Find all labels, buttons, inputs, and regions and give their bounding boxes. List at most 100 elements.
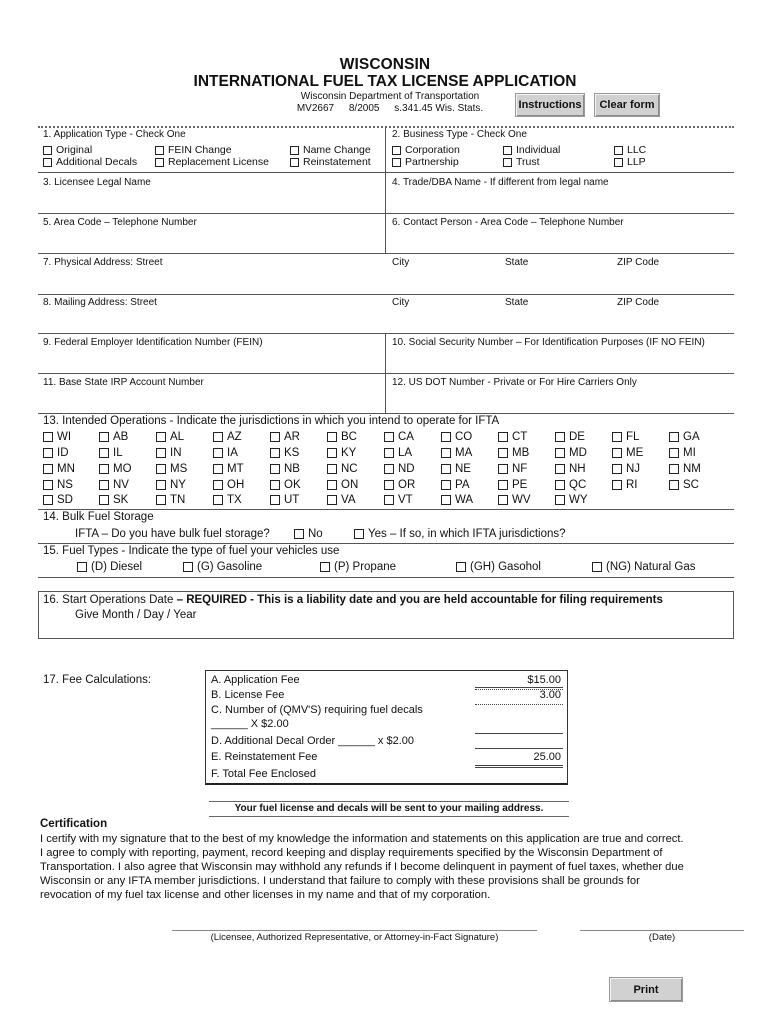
checkbox-jurisdiction-ca[interactable]: CA (384, 431, 414, 443)
checkbox-icon[interactable] (270, 432, 280, 442)
checkbox-icon[interactable] (612, 480, 622, 490)
checkbox-icon[interactable] (213, 448, 223, 458)
checkbox-icon[interactable] (213, 464, 223, 474)
checkbox-llc[interactable]: LLC (614, 144, 646, 156)
checkbox-icon[interactable] (384, 464, 394, 474)
irp-account-input[interactable] (42, 390, 382, 412)
checkbox-icon[interactable] (156, 495, 166, 505)
checkbox-individual[interactable]: Individual (503, 144, 560, 156)
checkbox-icon[interactable] (77, 562, 87, 572)
checkbox-jurisdiction-in[interactable]: IN (156, 447, 182, 459)
checkbox-icon[interactable] (99, 448, 109, 458)
checkbox-icon[interactable] (43, 448, 53, 458)
checkbox-reinstatement[interactable]: Reinstatement (290, 156, 371, 168)
checkbox-icon[interactable] (669, 464, 679, 474)
checkbox-icon[interactable] (354, 529, 364, 539)
checkbox-icon[interactable] (669, 480, 679, 490)
checkbox-jurisdiction-nf[interactable]: NF (498, 463, 527, 475)
checkbox-jurisdiction-ky[interactable]: KY (327, 447, 356, 459)
checkbox-icon[interactable] (384, 448, 394, 458)
telephone-number-input[interactable] (42, 230, 382, 252)
checkbox-jurisdiction-pa[interactable]: PA (441, 479, 470, 491)
checkbox-icon[interactable] (156, 464, 166, 474)
checkbox-jurisdiction-ny[interactable]: NY (156, 479, 186, 491)
checkbox-icon[interactable] (498, 448, 508, 458)
total-fee-input[interactable] (475, 768, 563, 783)
checkbox-icon[interactable] (213, 495, 223, 505)
us-dot-number-input[interactable] (390, 390, 730, 412)
checkbox-icon[interactable] (555, 480, 565, 490)
checkbox-jurisdiction-ar[interactable]: AR (270, 431, 300, 443)
checkbox-icon[interactable] (612, 432, 622, 442)
checkbox-icon[interactable] (441, 464, 451, 474)
checkbox-icon[interactable] (327, 464, 337, 474)
checkbox-jurisdiction-nd[interactable]: ND (384, 463, 415, 475)
checkbox-jurisdiction-me[interactable]: ME (612, 447, 643, 459)
checkbox-icon[interactable] (270, 464, 280, 474)
checkbox-icon[interactable] (99, 464, 109, 474)
checkbox-jurisdiction-nv[interactable]: NV (99, 479, 129, 491)
checkbox-icon[interactable] (213, 480, 223, 490)
checkbox-icon[interactable] (213, 432, 223, 442)
checkbox-icon[interactable] (327, 495, 337, 505)
checkbox-jurisdiction-oh[interactable]: OH (213, 479, 244, 491)
checkbox-icon[interactable] (290, 157, 299, 167)
checkbox-icon[interactable] (669, 432, 679, 442)
checkbox-fein-change[interactable]: FEIN Change (155, 144, 232, 156)
checkbox-icon[interactable] (555, 464, 565, 474)
checkbox-jurisdiction-ms[interactable]: MS (156, 463, 187, 475)
checkbox-jurisdiction-mi[interactable]: MI (669, 447, 696, 459)
checkbox-jurisdiction-az[interactable]: AZ (213, 431, 242, 443)
checkbox-jurisdiction-tn[interactable]: TN (156, 494, 185, 506)
checkbox-icon[interactable] (43, 145, 52, 155)
checkbox-icon[interactable] (183, 562, 193, 572)
checkbox-jurisdiction-ia[interactable]: IA (213, 447, 238, 459)
checkbox-icon[interactable] (156, 432, 166, 442)
checkbox-jurisdiction-ct[interactable]: CT (498, 431, 527, 443)
checkbox-jurisdiction-mt[interactable]: MT (213, 463, 244, 475)
checkbox-jurisdiction-mb[interactable]: MB (498, 447, 529, 459)
signature-input[interactable] (172, 910, 537, 930)
checkbox-icon[interactable] (503, 145, 512, 155)
checkbox-replacement-license[interactable]: Replacement License (155, 156, 269, 168)
checkbox-corporation[interactable]: Corporation (392, 144, 460, 156)
checkbox-icon[interactable] (498, 432, 508, 442)
checkbox-propane[interactable]: (P) Propane (320, 561, 396, 573)
checkbox-jurisdiction-wi[interactable]: WI (43, 431, 71, 443)
checkbox-icon[interactable] (43, 495, 53, 505)
checkbox-jurisdiction-vt[interactable]: VT (384, 494, 413, 506)
checkbox-trust[interactable]: Trust (503, 156, 540, 168)
date-input[interactable] (580, 910, 744, 930)
checkbox-natural-gas[interactable]: (NG) Natural Gas (592, 561, 695, 573)
checkbox-jurisdiction-nj[interactable]: NJ (612, 463, 640, 475)
checkbox-icon[interactable] (441, 432, 451, 442)
checkbox-jurisdiction-wv[interactable]: WV (498, 494, 531, 506)
contact-person-input[interactable] (390, 230, 730, 252)
checkbox-icon[interactable] (327, 448, 337, 458)
checkbox-jurisdiction-ri[interactable]: RI (612, 479, 638, 491)
checkbox-icon[interactable] (43, 464, 53, 474)
checkbox-icon[interactable] (612, 448, 622, 458)
checkbox-icon[interactable] (43, 432, 53, 442)
trade-dba-name-input[interactable] (390, 190, 730, 212)
checkbox-jurisdiction-ab[interactable]: AB (99, 431, 128, 443)
checkbox-original[interactable]: Original (43, 144, 92, 156)
physical-address-input[interactable] (42, 270, 732, 292)
checkbox-jurisdiction-sk[interactable]: SK (99, 494, 128, 506)
instructions-button[interactable]: Instructions (515, 93, 585, 117)
checkbox-jurisdiction-on[interactable]: ON (327, 479, 358, 491)
checkbox-icon[interactable] (320, 562, 330, 572)
checkbox-icon[interactable] (592, 562, 602, 572)
checkbox-icon[interactable] (392, 145, 401, 155)
checkbox-icon[interactable] (441, 448, 451, 458)
print-button[interactable]: Print (609, 977, 683, 1002)
checkbox-icon[interactable] (43, 157, 52, 167)
checkbox-icon[interactable] (270, 448, 280, 458)
checkbox-jurisdiction-qc[interactable]: QC (555, 479, 586, 491)
checkbox-icon[interactable] (43, 480, 53, 490)
checkbox-icon[interactable] (270, 480, 280, 490)
checkbox-partnership[interactable]: Partnership (392, 156, 459, 168)
checkbox-jurisdiction-la[interactable]: LA (384, 447, 412, 459)
mailing-address-input[interactable] (42, 310, 732, 332)
checkbox-jurisdiction-nh[interactable]: NH (555, 463, 586, 475)
